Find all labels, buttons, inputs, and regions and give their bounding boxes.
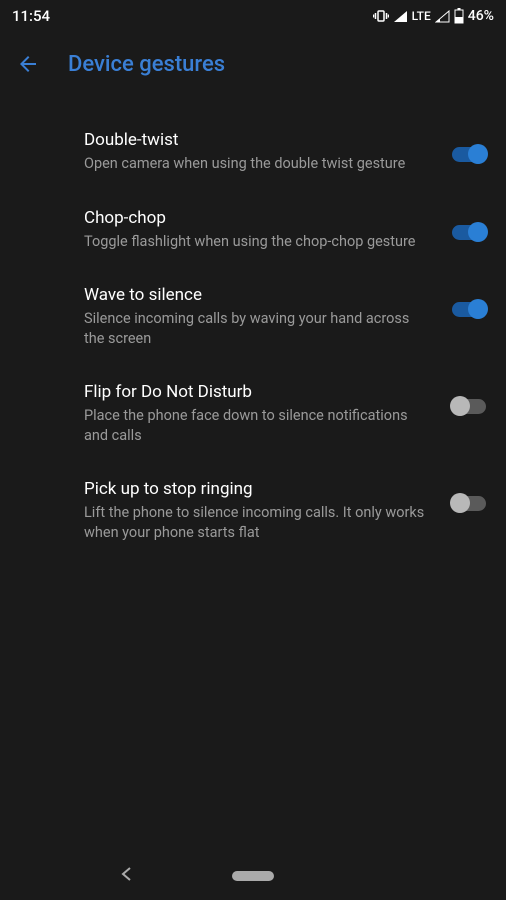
setting-chop-chop[interactable]: Chop-chop Toggle flashlight when using t… [0,192,506,270]
status-right: LTE 46% [373,8,494,24]
setting-title: Wave to silence [84,285,430,305]
back-button[interactable] [16,52,40,76]
toggle-pick-up-stop[interactable] [450,493,488,513]
setting-double-twist[interactable]: Double-twist Open camera when using the … [0,114,506,192]
app-header: Device gestures [0,32,506,96]
nav-back-button[interactable] [120,866,132,886]
navigation-bar [0,852,506,900]
setting-title: Pick up to stop ringing [84,479,430,499]
page-title: Device gestures [68,52,225,77]
setting-wave-to-silence[interactable]: Wave to silence Silence incoming calls b… [0,269,506,366]
status-bar: 11:54 LTE [0,0,506,32]
network-label: LTE [412,9,431,23]
toggle-flip-dnd[interactable] [450,396,488,416]
signal-icon [393,10,408,23]
setting-text: Pick up to stop ringing Lift the phone t… [84,479,438,542]
setting-text: Wave to silence Silence incoming calls b… [84,285,438,348]
vibrate-icon [373,9,389,23]
setting-title: Flip for Do Not Disturb [84,382,430,402]
setting-text: Flip for Do Not Disturb Place the phone … [84,382,438,445]
settings-list: Double-twist Open camera when using the … [0,96,506,561]
setting-text: Double-twist Open camera when using the … [84,130,438,174]
status-time: 11:54 [12,7,50,25]
setting-desc: Place the phone face down to silence not… [84,406,430,445]
toggle-double-twist[interactable] [450,144,488,164]
toggle-chop-chop[interactable] [450,222,488,242]
toggle-wave-to-silence[interactable] [450,299,488,319]
setting-flip-dnd[interactable]: Flip for Do Not Disturb Place the phone … [0,366,506,463]
setting-desc: Lift the phone to silence incoming calls… [84,503,430,542]
chevron-left-icon [120,866,132,882]
arrow-left-icon [16,52,40,76]
nav-home-pill[interactable] [232,871,274,881]
setting-pick-up-stop[interactable]: Pick up to stop ringing Lift the phone t… [0,463,506,560]
setting-text: Chop-chop Toggle flashlight when using t… [84,208,438,252]
battery-icon [454,8,464,24]
setting-title: Chop-chop [84,208,430,228]
setting-title: Double-twist [84,130,430,150]
setting-desc: Open camera when using the double twist … [84,154,430,174]
setting-desc: Silence incoming calls by waving your ha… [84,309,430,348]
setting-desc: Toggle flashlight when using the chop-ch… [84,232,430,252]
signal-icon-2 [435,10,450,23]
battery-label: 46% [468,8,494,24]
